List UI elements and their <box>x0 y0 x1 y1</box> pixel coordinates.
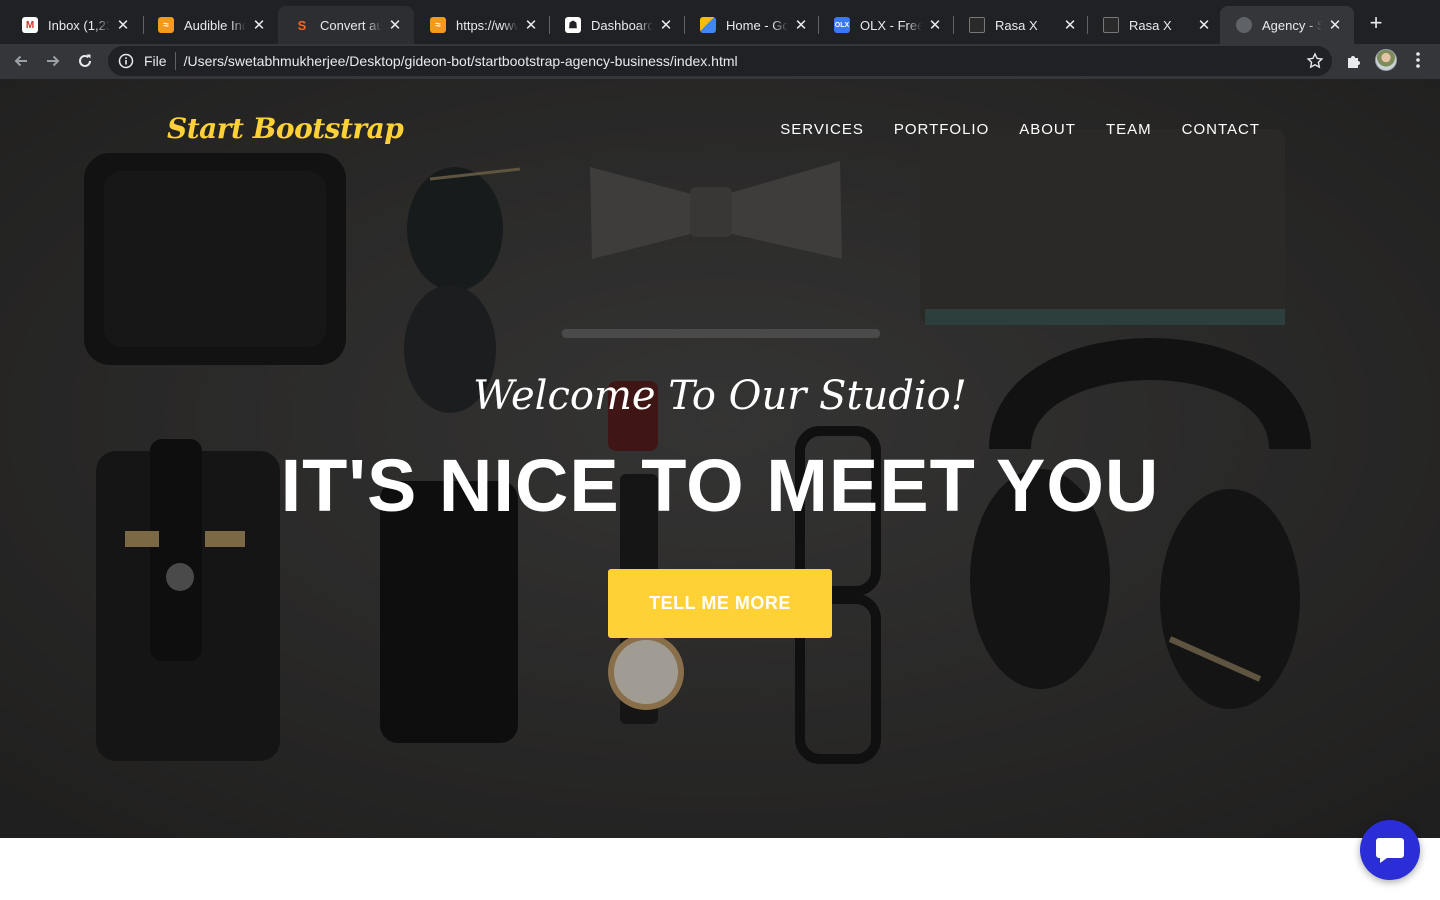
audible-icon: ≈ <box>430 17 446 33</box>
omnibox-divider <box>174 52 176 70</box>
close-icon[interactable]: ✕ <box>386 16 404 34</box>
tab-title: Home - Google <box>726 17 788 33</box>
tab-title: Inbox (1,231) <box>48 17 110 33</box>
url-text[interactable]: /Users/swetabhmukherjee/Desktop/gideon-b… <box>184 53 738 69</box>
close-icon[interactable]: ✕ <box>792 16 810 34</box>
rasa-icon <box>969 17 985 33</box>
close-icon[interactable]: ✕ <box>522 16 540 34</box>
browser-tab[interactable]: OLX OLX - Free ✕ <box>818 6 954 44</box>
reload-button[interactable] <box>72 48 98 74</box>
url-scheme-label: File <box>144 53 167 69</box>
hero-heading: IT'S NICE TO MEET YOU <box>280 444 1160 527</box>
tab-title: Dashboard <box>591 17 653 33</box>
close-icon[interactable]: ✕ <box>1326 16 1344 34</box>
info-icon[interactable] <box>118 53 134 69</box>
address-bar[interactable]: File /Users/swetabhmukherjee/Desktop/gid… <box>108 46 1332 76</box>
tab-title: https://www <box>456 17 518 33</box>
tab-title: Rasa X <box>995 17 1038 33</box>
tell-me-more-button[interactable]: TELL ME MORE <box>608 569 832 638</box>
site-nav: SERVICES PORTFOLIO ABOUT TEAM CONTACT <box>750 121 1260 138</box>
close-icon[interactable]: ✕ <box>926 16 944 34</box>
bookmark-star-icon[interactable] <box>1306 52 1324 70</box>
tab-title: OLX - Free <box>860 17 922 33</box>
close-icon[interactable]: ✕ <box>1061 16 1079 34</box>
gmail-icon: M <box>22 17 38 33</box>
tab-title: Agency - Start Bootstrap <box>1262 17 1322 33</box>
extensions-puzzle-icon[interactable] <box>1344 52 1364 72</box>
site-brand-logo[interactable]: Start Bootstrap <box>167 112 404 145</box>
chat-bubble-icon <box>1376 838 1404 863</box>
nav-link-about[interactable]: ABOUT <box>1019 121 1076 138</box>
browser-toolbar: File /Users/swetabhmukherjee/Desktop/gid… <box>0 44 1440 79</box>
converter-icon: S <box>297 17 307 33</box>
chat-widget-button[interactable] <box>1360 820 1420 880</box>
web-page: Start Bootstrap SERVICES PORTFOLIO ABOUT… <box>0 79 1440 900</box>
browser-tab[interactable]: Rasa X ✕ <box>953 6 1089 44</box>
audible-icon: ≈ <box>158 17 174 33</box>
rasa-icon <box>1103 17 1119 33</box>
browser-tab[interactable]: Home - Google ✕ <box>684 6 820 44</box>
browser-tab[interactable]: ☗ Dashboard ✕ <box>549 6 685 44</box>
browser-tab[interactable]: ≈ Audible India ✕ <box>142 6 278 44</box>
browser-tab-strip: M Inbox (1,231) ✕ ≈ Audible India ✕ S Co… <box>0 0 1440 44</box>
browser-tab[interactable]: Rasa X ✕ <box>1087 6 1223 44</box>
browser-tab[interactable]: ≈ https://www ✕ <box>414 6 550 44</box>
globe-icon <box>1236 17 1252 33</box>
browser-tab[interactable]: S Convert audio ✕ <box>278 6 414 44</box>
google-ads-icon <box>700 17 716 33</box>
hero-lead-text: Welcome To Our Studio! <box>473 373 967 419</box>
reload-icon <box>79 54 91 67</box>
nav-link-portfolio[interactable]: PORTFOLIO <box>894 121 989 138</box>
forward-arrow-icon <box>47 55 60 67</box>
tab-title: Audible India <box>184 17 246 33</box>
close-icon[interactable]: ✕ <box>114 16 132 34</box>
forward-button[interactable] <box>40 48 66 74</box>
tab-title: Convert audio <box>320 17 382 33</box>
dashboard-icon: ☗ <box>565 17 581 33</box>
hero-section: Start Bootstrap SERVICES PORTFOLIO ABOUT… <box>0 79 1440 838</box>
profile-avatar[interactable] <box>1375 49 1397 71</box>
olx-icon: OLX <box>834 17 850 33</box>
back-button[interactable] <box>8 48 34 74</box>
nav-link-contact[interactable]: CONTACT <box>1182 121 1260 138</box>
nav-link-services[interactable]: SERVICES <box>780 121 864 138</box>
back-arrow-icon <box>14 55 27 67</box>
kebab-menu-icon[interactable] <box>1410 50 1426 70</box>
close-icon[interactable]: ✕ <box>657 16 675 34</box>
nav-link-team[interactable]: TEAM <box>1106 121 1152 138</box>
new-tab-button[interactable]: + <box>1364 12 1388 36</box>
tab-title: Rasa X <box>1129 17 1172 33</box>
close-icon[interactable]: ✕ <box>250 16 268 34</box>
close-icon[interactable]: ✕ <box>1195 16 1213 34</box>
browser-tab[interactable]: M Inbox (1,231) ✕ <box>6 6 142 44</box>
browser-tab-active[interactable]: Agency - Start Bootstrap ✕ <box>1220 6 1354 44</box>
